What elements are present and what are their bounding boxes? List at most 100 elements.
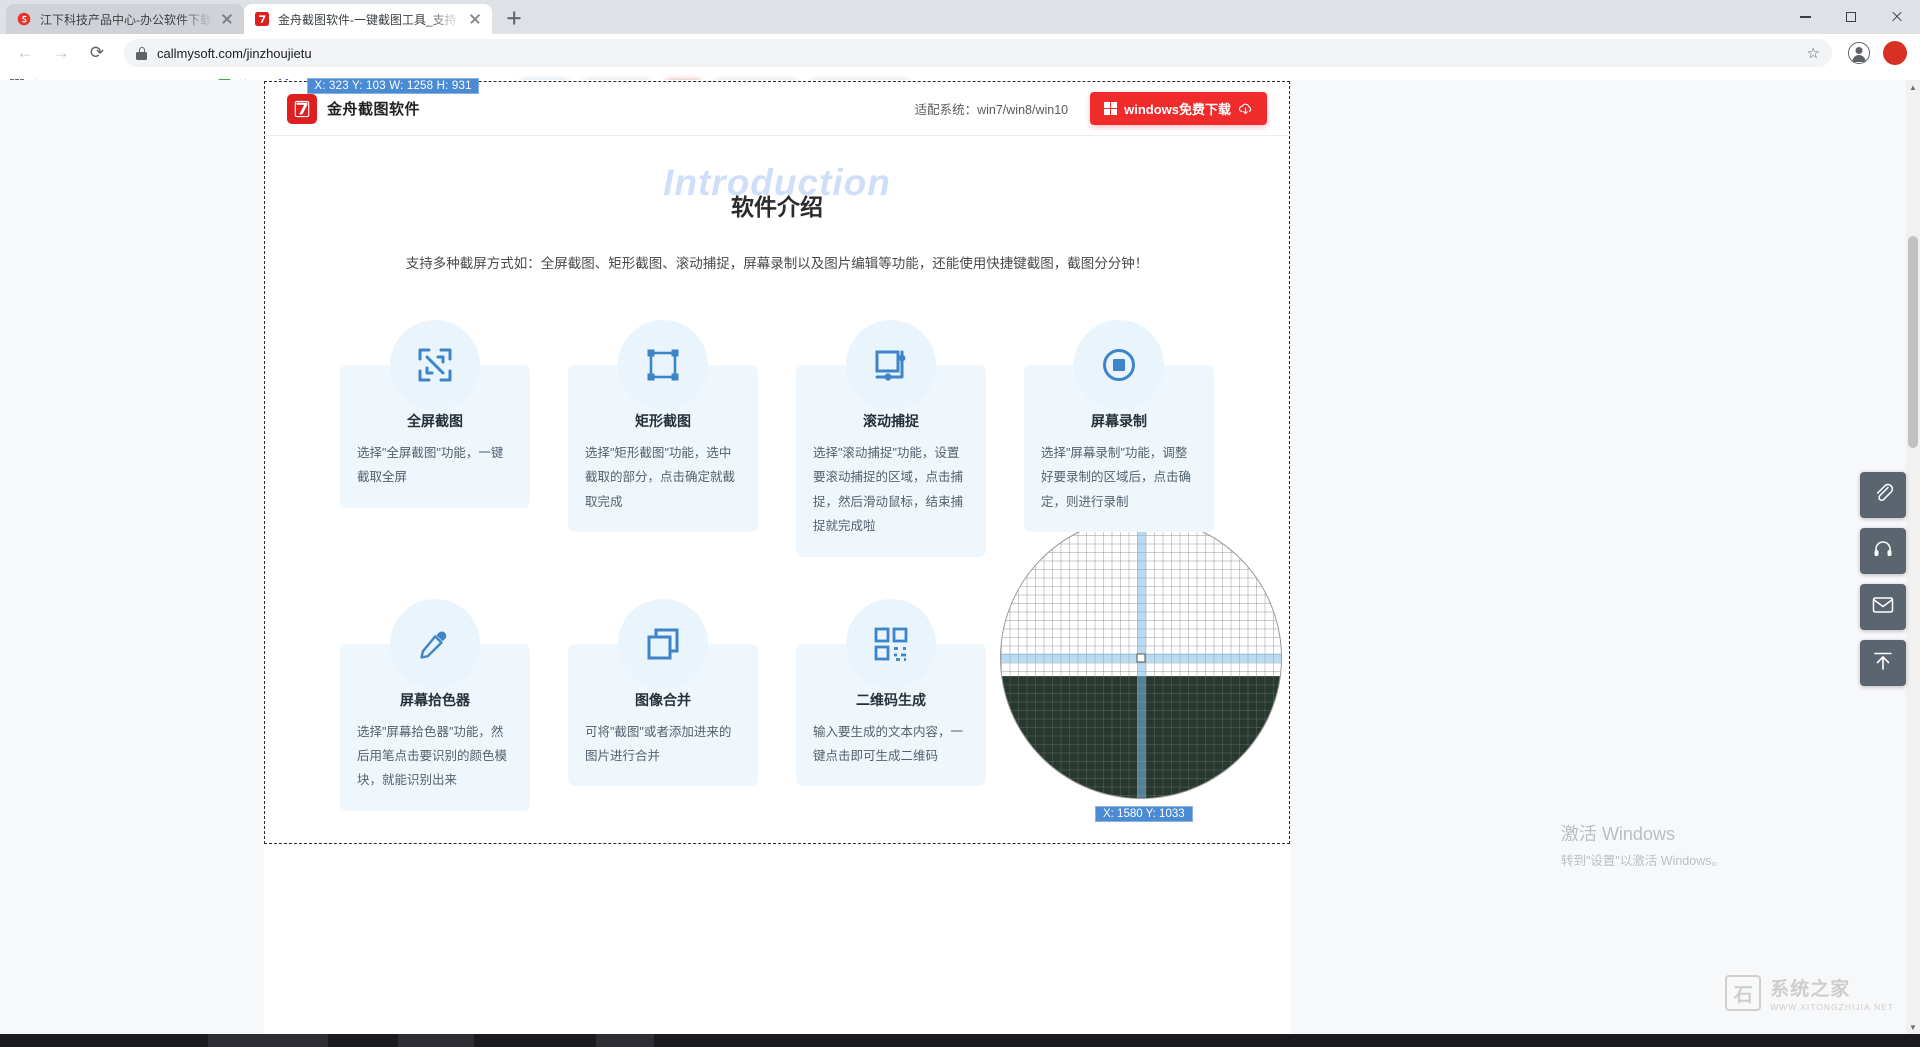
- feature-title: 滚动捕捉: [813, 411, 969, 431]
- back-button[interactable]: ←: [10, 38, 40, 68]
- feedback-pen-icon: [1872, 482, 1894, 509]
- back-to-top-icon: [1872, 650, 1894, 677]
- feature-card-qrcode[interactable]: 二维码生成 输入要生成的文本内容，一键点击即可生成二维码: [796, 599, 986, 811]
- feature-card-merge[interactable]: 图像合并 可将"截图"或者添加进来的图片进行合并: [568, 599, 758, 811]
- tab-strip: 江下科技产品中心-办公软件下载 金舟截图软件-一键截图工具_支持…: [0, 0, 1920, 34]
- close-icon: [1891, 11, 1903, 23]
- minimize-icon: [1800, 16, 1811, 17]
- customer-service-button[interactable]: [1860, 528, 1906, 574]
- qrcode-icon: [846, 599, 936, 689]
- activation-subtitle: 转到"设置"以激活 Windows。: [1561, 850, 1724, 869]
- feature-desc: 选择"屏幕录制"功能，调整好要录制的区域后，点击确定，则进行录制: [1041, 441, 1197, 514]
- scroll-capture-icon: [846, 320, 936, 410]
- reload-button[interactable]: ⟳: [82, 38, 112, 68]
- feature-title: 图像合并: [585, 690, 741, 710]
- image-merge-icon: [618, 599, 708, 689]
- download-button-label: windows免费下载: [1124, 99, 1231, 118]
- feature-desc: 可将"截图"或者添加进来的图片进行合并: [585, 720, 741, 769]
- s-logo-icon: [16, 11, 32, 27]
- mail-icon: [1872, 596, 1894, 619]
- feature-card-fullscreen[interactable]: 全屏截图 选择"全屏截图"功能，一键截取全屏: [340, 320, 530, 557]
- browser-tab-2[interactable]: 金舟截图软件-一键截图工具_支持…: [244, 4, 492, 34]
- minimize-button[interactable]: [1782, 0, 1828, 34]
- feature-title: 全屏截图: [357, 411, 513, 431]
- windows-icon: [1104, 102, 1117, 115]
- feedback-button[interactable]: [1860, 472, 1906, 518]
- screen-capture-selection[interactable]: 金舟截图软件 适配系统：win7/win8/win10 windows免费下载: [264, 81, 1290, 844]
- address-bar[interactable]: callmysoft.com/jinzhoujietu ☆: [124, 39, 1832, 67]
- feature-cards-row-1: 全屏截图 选择"全屏截图"功能，一键截取全屏: [265, 320, 1289, 557]
- feature-card-colorpicker[interactable]: 屏幕拾色器 选择"屏幕拾色器"功能，然后用笔点击要识别的颜色模块，就能识别出来: [340, 599, 530, 811]
- site-logo[interactable]: 金舟截图软件: [287, 94, 420, 124]
- feature-desc: 输入要生成的文本内容，一键点击即可生成二维码: [813, 720, 969, 769]
- lock-icon: [136, 47, 147, 60]
- address-bar-url: callmysoft.com/jinzhoujietu: [157, 46, 1797, 61]
- window-controls: [1782, 0, 1920, 34]
- feature-title: 屏幕拾色器: [357, 690, 513, 710]
- feature-desc: 选择"屏幕拾色器"功能，然后用笔点击要识别的颜色模块，就能识别出来: [357, 720, 513, 793]
- forward-button[interactable]: →: [46, 38, 76, 68]
- menu-button[interactable]: [1880, 38, 1910, 68]
- site-logo-text: 金舟截图软件: [327, 98, 420, 119]
- close-window-button[interactable]: [1874, 0, 1920, 34]
- rectangle-select-icon: [618, 320, 708, 410]
- feature-card-record[interactable]: 屏幕录制 选择"屏幕录制"功能，调整好要录制的区域后，点击确定，则进行录制: [1024, 320, 1214, 557]
- back-to-top-button[interactable]: [1860, 640, 1906, 686]
- taskbar: [0, 1034, 1920, 1047]
- intro-title-block: Introduction 软件介绍: [265, 166, 1289, 228]
- feature-title: 矩形截图: [585, 411, 741, 431]
- cloud-download-icon: [1238, 102, 1253, 115]
- color-picker-magnifier: [1000, 517, 1282, 799]
- bookmark-star-icon[interactable]: ☆: [1807, 44, 1820, 62]
- jinzhou-logo-icon: [254, 11, 270, 27]
- browser-window: 江下科技产品中心-办公软件下载 金舟截图软件-一键截图工具_支持… ← → ⟳ …: [0, 0, 1920, 1047]
- page-gutter-left: [0, 80, 264, 1034]
- color-picker-icon: [390, 599, 480, 689]
- watermark-name: 系统之家: [1770, 974, 1894, 1001]
- watermark-logo-icon: 石: [1725, 975, 1761, 1011]
- capture-coordinate-tooltip: X: 323 Y: 103 W: 1258 H: 931: [307, 78, 478, 94]
- feature-desc: 选择"全屏截图"功能，一键截取全屏: [357, 441, 513, 490]
- scroll-up-arrow[interactable]: ▲: [1906, 80, 1920, 94]
- magnifier-coordinate-label: X: 1580 Y: 1033: [1095, 806, 1193, 822]
- user-badge-icon: [1883, 41, 1907, 65]
- tab-close-icon-1[interactable]: [220, 12, 234, 26]
- service-headset-icon: [1872, 538, 1894, 565]
- feature-card-scroll[interactable]: 滚动捕捉 选择"滚动捕捉"功能，设置要滚动捕捉的区域，点击捕捉，然后滑动鼠标，结…: [796, 320, 986, 557]
- taskbar-item-2[interactable]: [398, 1034, 474, 1047]
- intro-title-chinese: 软件介绍: [731, 188, 823, 222]
- new-tab-button[interactable]: [500, 4, 528, 32]
- magnifier-center-pixel: [1137, 654, 1146, 663]
- feature-desc: 选择"矩形截图"功能，选中截取的部分，点击确定就截取完成: [585, 441, 741, 514]
- scrollbar-thumb[interactable]: [1908, 236, 1918, 448]
- feature-card-rectangle[interactable]: 矩形截图 选择"矩形截图"功能，选中截取的部分，点击确定就截取完成: [568, 320, 758, 557]
- page-scrollbar[interactable]: ▲ ▼: [1906, 80, 1920, 1034]
- maximize-button[interactable]: [1828, 0, 1874, 34]
- browser-tab-1[interactable]: 江下科技产品中心-办公软件下载: [6, 4, 244, 34]
- captured-page-content: 金舟截图软件 适配系统：win7/win8/win10 windows免费下载: [265, 82, 1289, 843]
- watermark-url: WWW.XITONGZHIJIA.NET: [1770, 1002, 1894, 1012]
- tab-title-1: 江下科技产品中心-办公软件下载: [40, 11, 212, 28]
- floating-side-toolbar: [1860, 472, 1906, 686]
- jinzhou-logo-icon: [287, 94, 317, 124]
- taskbar-item-3[interactable]: [596, 1034, 654, 1047]
- feature-title: 屏幕录制: [1041, 411, 1197, 431]
- fullscreen-expand-icon: [390, 320, 480, 410]
- site-watermark: 石 系统之家 WWW.XITONGZHIJIA.NET: [1725, 974, 1894, 1012]
- mail-button[interactable]: [1860, 584, 1906, 630]
- scroll-down-arrow[interactable]: ▼: [1906, 1020, 1920, 1034]
- avatar: [1848, 42, 1870, 64]
- activation-title: 激活 Windows: [1561, 820, 1724, 846]
- record-stop-icon: [1074, 320, 1164, 410]
- watermark-text: 系统之家 WWW.XITONGZHIJIA.NET: [1770, 974, 1894, 1012]
- windows-download-button[interactable]: windows免费下载: [1090, 92, 1267, 125]
- feature-desc: 选择"滚动捕捉"功能，设置要滚动捕捉的区域，点击捕捉，然后滑动鼠标，结束捕捉就完…: [813, 441, 969, 539]
- tab-close-icon-2[interactable]: [468, 12, 482, 26]
- page-gutter-right: [1290, 80, 1920, 1034]
- system-support-text: 适配系统：win7/win8/win10: [915, 99, 1069, 118]
- profile-button[interactable]: [1844, 38, 1874, 68]
- feature-cards-row-2: 屏幕拾色器 选择"屏幕拾色器"功能，然后用笔点击要识别的颜色模块，就能识别出来: [265, 599, 1061, 811]
- taskbar-item-1[interactable]: [208, 1034, 328, 1047]
- feature-title: 二维码生成: [813, 690, 969, 710]
- windows-activation-watermark: 激活 Windows 转到"设置"以激活 Windows。: [1561, 820, 1724, 869]
